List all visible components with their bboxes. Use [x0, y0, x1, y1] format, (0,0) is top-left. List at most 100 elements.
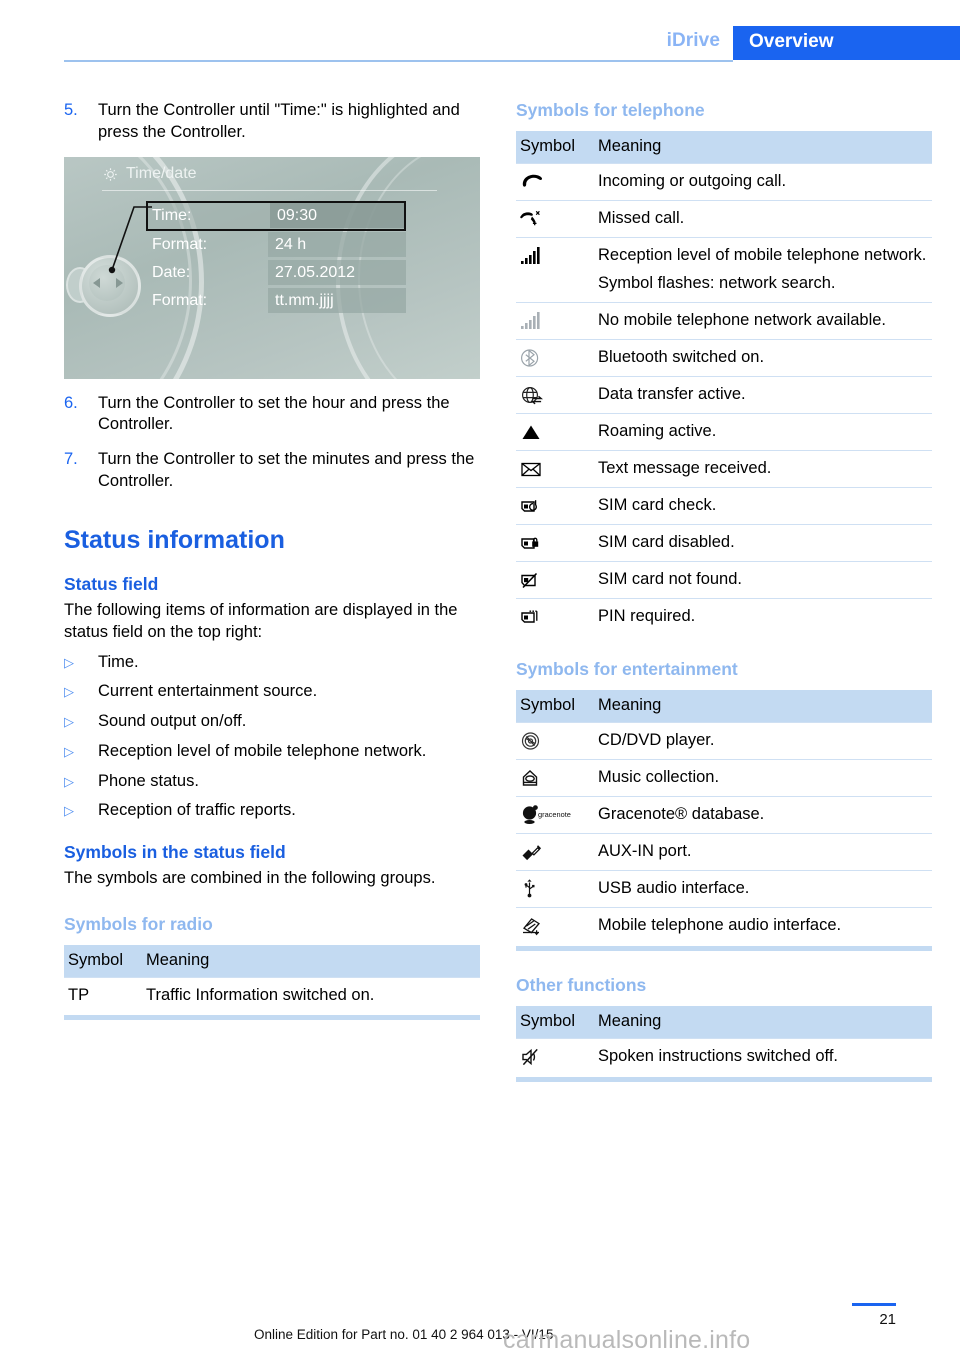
entertainment-symbols-table: Symbol Meaning CD/DVD player. Music coll…	[516, 689, 932, 944]
list-item-label: Sound output on/off.	[98, 712, 247, 731]
left-column: 5. Turn the Controller until "Time:" is …	[64, 100, 480, 1022]
right-column: Symbols for telephone Symbol Meaning Inc…	[516, 100, 932, 1084]
symbol-cell	[516, 597, 598, 635]
subsection-title-status-field: Status field	[64, 574, 159, 595]
screen-row-time-format[interactable]: Format: 24 h	[146, 231, 406, 259]
aux-in-plug-icon	[522, 845, 542, 860]
page-number-rule	[852, 1303, 896, 1306]
usb-icon	[524, 879, 535, 898]
signal-bars-grey-icon	[521, 311, 540, 329]
step-item: 5. Turn the Controller until "Time:" is …	[64, 100, 480, 144]
list-item: ▷ Phone status.	[64, 771, 480, 793]
screen-row-date[interactable]: Date: 27.05.2012	[146, 259, 406, 287]
knob-right-arrow-icon	[116, 277, 123, 288]
triangle-bullet-icon: ▷	[64, 684, 74, 700]
list-item-label: Reception of traffic reports.	[98, 801, 296, 820]
gear-icon	[104, 167, 117, 181]
idrive-screen-illustration: Time/date Time: 09:30 Format: 24 h Date:…	[64, 156, 480, 379]
section-title-status-information: Status information	[64, 525, 285, 554]
table-row: SIM card disabled.	[516, 523, 932, 562]
section-title-symbols-telephone: Symbols for telephone	[516, 100, 705, 120]
column-header-symbol: Symbol	[516, 131, 598, 164]
symbol-cell	[516, 412, 598, 451]
list-item: ▷ Reception of traffic reports.	[64, 800, 480, 822]
triangle-bullet-icon: ▷	[64, 743, 74, 759]
triangle-bullet-icon: ▷	[64, 714, 74, 730]
section-title-other-functions: Other functions	[516, 974, 647, 995]
symbols-status-intro: The symbols are combined in the followin…	[64, 869, 436, 888]
breadcrumb-section: iDrive	[666, 30, 720, 51]
table-bottom-rule	[64, 1015, 480, 1021]
symbol-cell	[516, 832, 598, 871]
sim-card-not-found-icon	[521, 572, 538, 588]
symbol-cell	[516, 449, 598, 488]
meaning-cell: Missed call.	[598, 200, 932, 238]
step-item: 7. Turn the Controller to set the minute…	[64, 449, 480, 493]
meaning-cell: Music collection.	[598, 758, 932, 797]
list-item-label: Time.	[98, 652, 139, 671]
step-number: 5.	[64, 101, 78, 119]
screen-row-value: 27.05.2012	[268, 260, 406, 286]
list-item: ▷ Current entertainment source.	[64, 681, 480, 703]
page-header: iDrive Overview	[0, 0, 960, 62]
table-row: gracenote Gracenote® database.	[516, 795, 932, 834]
svg-text:gracenote: gracenote	[538, 810, 571, 819]
step-text: Turn the Controller to set the hour and …	[98, 393, 450, 434]
sim-card-disabled-icon	[521, 537, 539, 549]
symbol-cell: gracenote	[516, 795, 598, 834]
screen-row-date-format[interactable]: Format: tt.mm.jjjj	[146, 287, 406, 315]
meaning-cell: Roaming active.	[598, 412, 932, 451]
column-header-symbol: Symbol	[516, 1005, 598, 1039]
list-item-label: Reception level of mobile telephone netw…	[98, 741, 427, 760]
table-row: Missed call.	[516, 200, 932, 238]
breadcrumb-page: Overview	[749, 31, 834, 52]
symbol-cell	[516, 523, 598, 562]
data-transfer-icon	[521, 386, 544, 405]
header-divider	[64, 60, 733, 62]
table-header-row: Symbol Meaning	[64, 944, 480, 978]
meaning-cell: Data transfer active.	[598, 375, 932, 414]
phone-handset-icon	[522, 174, 543, 187]
screen-row-label: Format:	[152, 291, 208, 309]
table-row: CD/DVD player.	[516, 721, 932, 760]
table-header-row: Symbol Meaning	[516, 131, 932, 164]
symbol-cell	[516, 338, 598, 377]
table-row: Bluetooth switched on.	[516, 338, 932, 377]
screen-settings-list: Time: 09:30 Format: 24 h Date: 27.05.201…	[146, 200, 406, 315]
triangle-bullet-icon: ▷	[64, 773, 74, 789]
cd-dvd-icon	[521, 732, 540, 750]
table-row: Spoken instructions switched off.	[516, 1037, 932, 1075]
screen-row-label: Date:	[152, 263, 191, 281]
meaning-cell: SIM card not found.	[598, 560, 932, 599]
meaning-cell: Gracenote® database.	[598, 795, 932, 834]
table-row: SIM card check.	[516, 486, 932, 525]
screen-row-time[interactable]: Time: 09:30	[146, 200, 406, 231]
status-field-intro: The following items of information are d…	[64, 601, 458, 641]
meaning-cell: SIM card disabled.	[598, 523, 932, 562]
meaning-cell: Bluetooth switched on.	[598, 338, 932, 377]
telephone-symbols-table: Symbol Meaning Incoming or outgoing call…	[516, 131, 932, 635]
symbol-cell	[516, 906, 598, 944]
list-item: ▷ Reception level of mobile telephone ne…	[64, 741, 480, 763]
meaning-cell: Incoming or outgoing call.	[598, 163, 932, 201]
symbol-cell	[516, 301, 598, 340]
sim-card-pin-icon	[521, 610, 538, 623]
table-row: Text message received.	[516, 449, 932, 488]
table-row: PIN required.	[516, 597, 932, 635]
list-item: ▷ Time.	[64, 652, 480, 674]
table-bottom-rule	[516, 945, 932, 951]
music-collection-icon	[522, 769, 538, 786]
column-header-meaning: Meaning	[598, 1005, 932, 1039]
symbol-cell	[516, 375, 598, 414]
table-row: Incoming or outgoing call.	[516, 163, 932, 201]
speaker-muted-icon	[522, 1048, 538, 1066]
roaming-triangle-icon	[522, 425, 540, 439]
meaning-cell: No mobile telephone network available.	[598, 301, 932, 340]
page-number: 21	[879, 1311, 896, 1328]
symbol-cell	[516, 721, 598, 760]
screen-row-value: 24 h	[268, 232, 406, 258]
table-row: Roaming active.	[516, 412, 932, 451]
section-title-symbols-radio: Symbols for radio	[64, 913, 213, 934]
table-header-row: Symbol Meaning	[516, 1005, 932, 1039]
meaning-cell: CD/DVD player.	[598, 721, 932, 760]
